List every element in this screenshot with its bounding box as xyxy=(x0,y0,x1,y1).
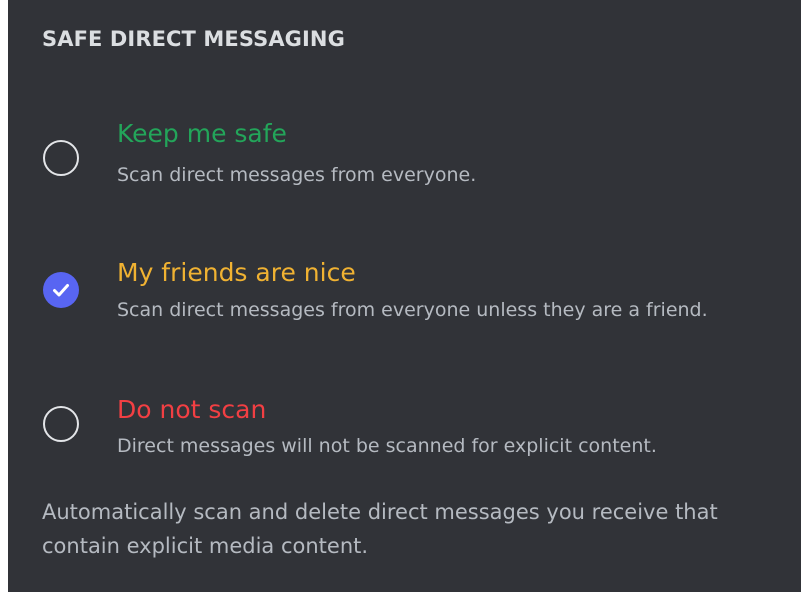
section-title: SAFE DIRECT MESSAGING xyxy=(42,27,345,51)
radio-my-friends-are-nice[interactable] xyxy=(43,272,79,308)
option-label-keep-me-safe: Keep me safe xyxy=(117,119,287,148)
option-description-keep-me-safe: Scan direct messages from everyone. xyxy=(117,164,477,186)
section-footnote: Automatically scan and delete direct mes… xyxy=(42,500,718,558)
safe-direct-messaging-panel: SAFE DIRECT MESSAGING Keep me safe Scan … xyxy=(8,0,801,592)
checkmark-icon xyxy=(53,284,69,297)
radio-keep-me-safe[interactable] xyxy=(43,140,79,176)
option-do-not-scan[interactable]: Do not scan Direct messages will not be … xyxy=(8,388,801,484)
option-label-my-friends-are-nice: My friends are nice xyxy=(117,258,356,287)
option-label-do-not-scan: Do not scan xyxy=(117,395,267,424)
radio-do-not-scan[interactable] xyxy=(43,406,79,442)
option-my-friends-are-nice[interactable]: My friends are nice Scan direct messages… xyxy=(8,250,801,346)
option-description-my-friends-are-nice: Scan direct messages from everyone unles… xyxy=(117,299,708,321)
option-description-do-not-scan: Direct messages will not be scanned for … xyxy=(117,435,657,457)
option-keep-me-safe[interactable]: Keep me safe Scan direct messages from e… xyxy=(8,110,801,206)
